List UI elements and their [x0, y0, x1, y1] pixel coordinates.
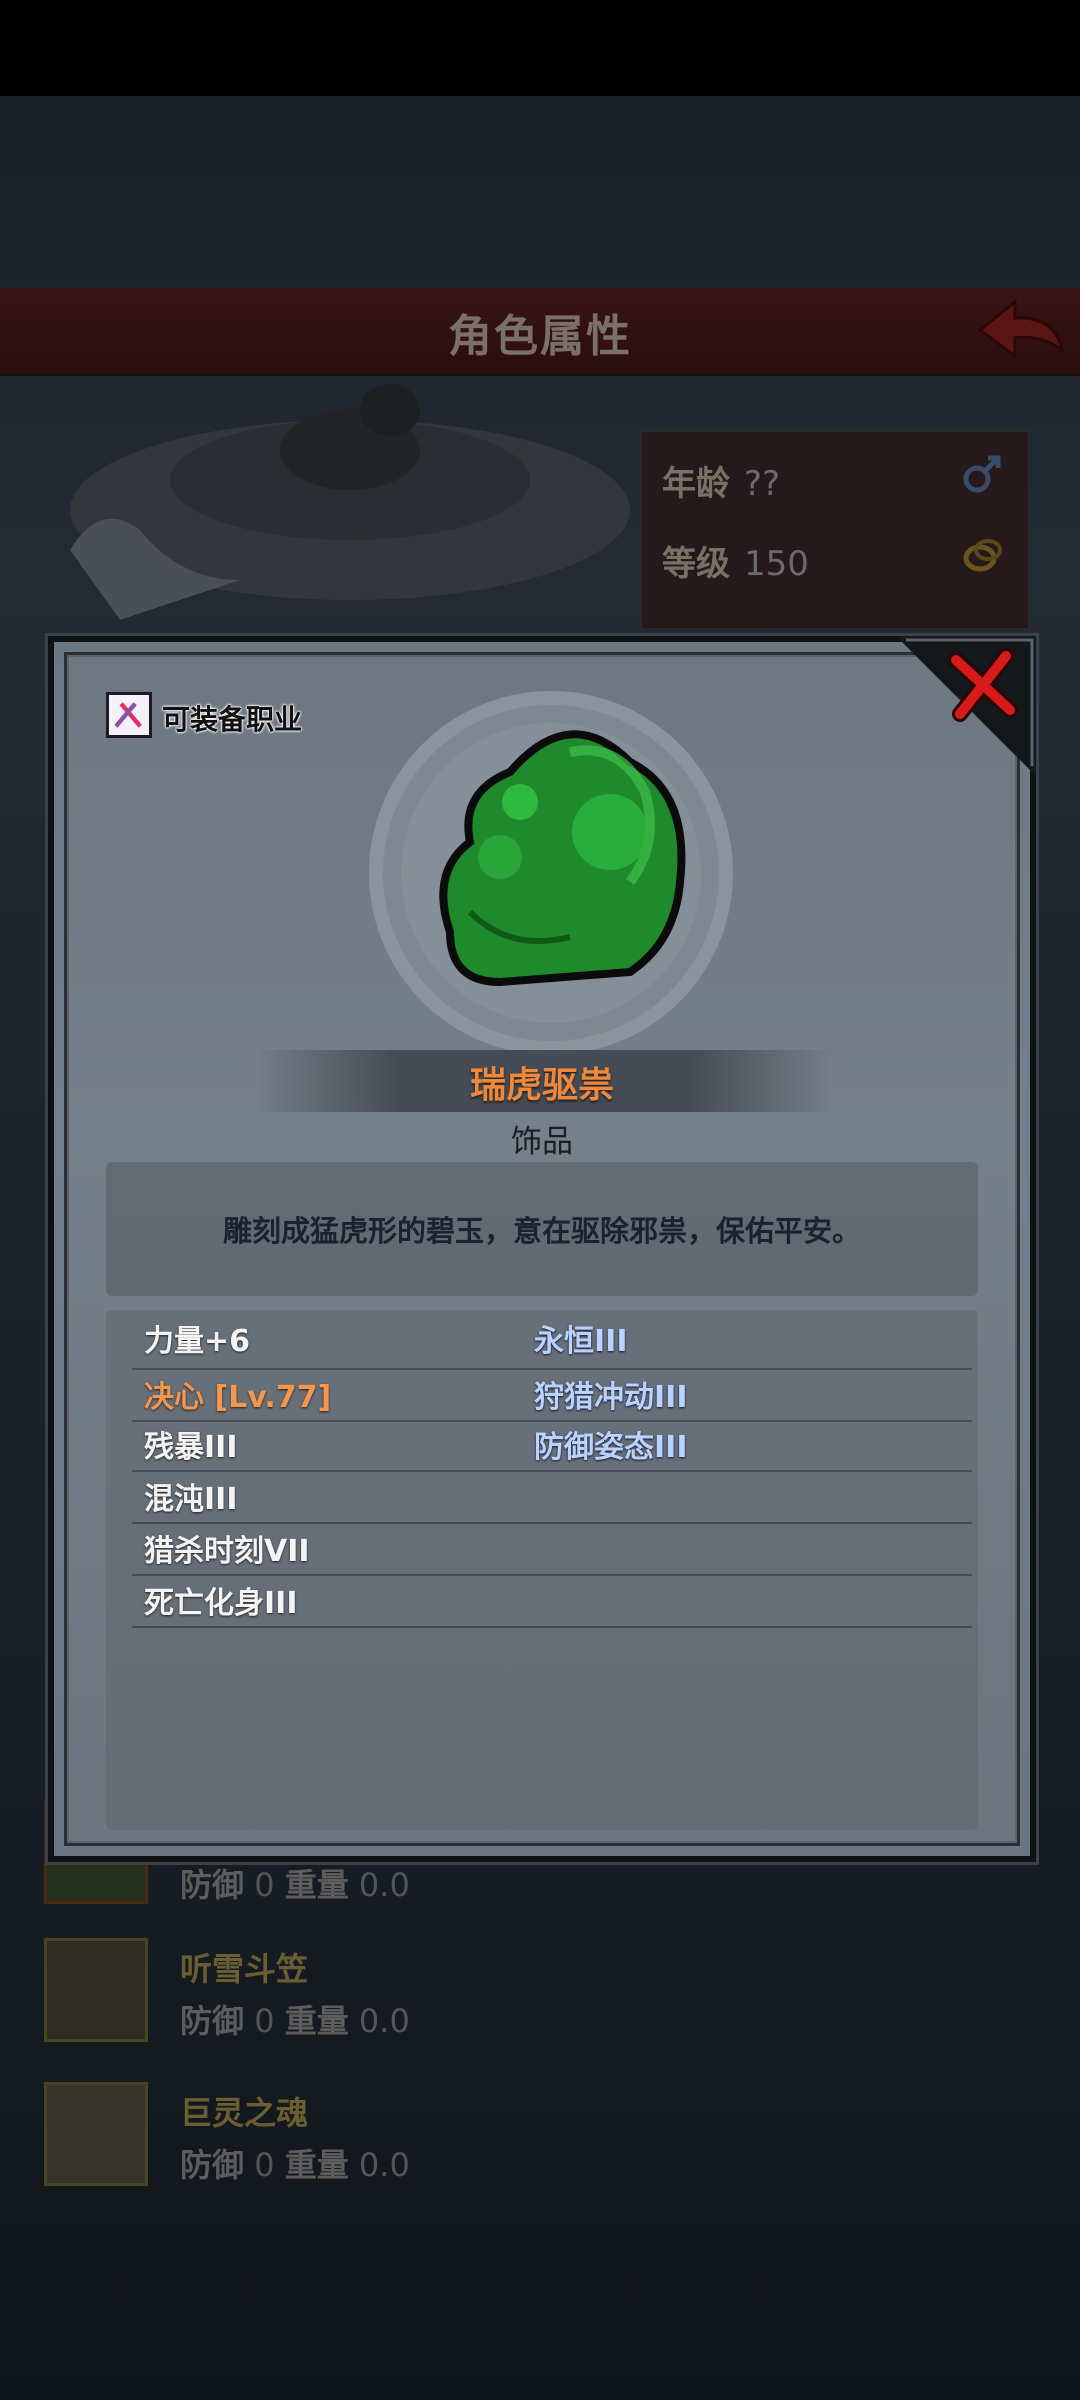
attribute-left: 决心 [Lv.77] — [144, 1380, 332, 1415]
attribute-left: 混沌III — [144, 1482, 238, 1517]
age-row: 年龄?? — [662, 456, 780, 505]
back-arrow-icon[interactable] — [970, 290, 1070, 370]
level-row: 等级 150 — [662, 536, 809, 585]
status-bar — [0, 0, 1080, 96]
item-stats: 防御 0 重量 0.0 — [180, 1866, 410, 1904]
level-value: 150 — [744, 544, 809, 584]
attribute-box: 力量+6 决心 [Lv.77] 残暴III 混沌III 猎杀时刻VII 死亡化身… — [106, 1310, 978, 1830]
attribute-left: 死亡化身III — [144, 1586, 298, 1621]
item-thumbnail — [44, 2082, 148, 2186]
job-icon — [106, 692, 152, 738]
item-description: 雕刻成猛虎形的碧玉，意在驱除邪祟，保佑平安。 — [222, 1214, 861, 1248]
page-title: 角色属性 — [448, 311, 632, 362]
age-value: ?? — [744, 464, 781, 504]
description-box: 雕刻成猛虎形的碧玉，意在驱除邪祟，保佑平安。 — [106, 1162, 978, 1296]
job-label: 可装备职业 — [162, 703, 303, 736]
divider — [132, 1626, 972, 1628]
list-item[interactable]: 听雪斗笠 防御 0 重量 0.0 — [40, 1938, 1040, 2058]
attribute-left: 猎杀时刻VII — [144, 1534, 310, 1569]
attribute-left: 力量+6 — [144, 1324, 251, 1359]
item-detail-modal: 可装备职业 瑞虎驱祟 饰品 雕刻成猛虎形的碧玉，意在驱除邪祟，保佑平安。 力量+… — [48, 636, 1036, 1862]
divider — [132, 1368, 972, 1370]
divider — [132, 1522, 972, 1524]
attribute-right: 永恒III — [534, 1324, 628, 1359]
male-icon — [963, 455, 1001, 493]
level-label: 等级 — [662, 544, 730, 584]
attribute-right: 防御姿态III — [534, 1430, 688, 1465]
item-stats: 防御 0 重量 0.0 — [180, 2002, 410, 2040]
ring-icon — [963, 539, 1002, 572]
item-stats: 防御 0 重量 0.0 — [180, 2146, 410, 2184]
attribute-right: 狩猎冲动III — [534, 1380, 688, 1415]
divider — [132, 1470, 972, 1472]
item-thumbnail — [44, 1938, 148, 2042]
attribute-left: 残暴III — [144, 1430, 238, 1465]
age-label: 年龄 — [662, 464, 730, 504]
divider — [132, 1574, 972, 1576]
jade-tiger-icon — [369, 691, 733, 1055]
item-name: 瑞虎驱祟 — [469, 1065, 614, 1106]
item-name: 巨灵之魂 — [180, 2094, 309, 2132]
item-type: 饰品 — [511, 1124, 573, 1160]
item-name: 听雪斗笠 — [180, 1950, 309, 1988]
character-hat-image — [70, 384, 630, 620]
character-info-panel: 年龄?? 等级 150 — [640, 430, 1030, 630]
close-icon[interactable] — [946, 648, 1020, 722]
list-item[interactable]: 巨灵之魂 防御 0 重量 0.0 — [40, 2082, 1040, 2202]
